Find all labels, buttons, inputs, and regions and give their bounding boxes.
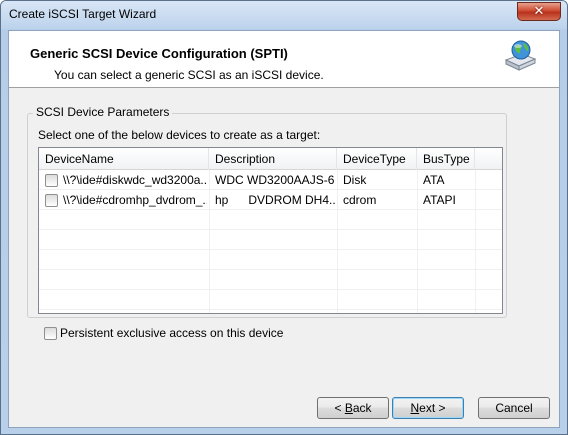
device-list[interactable]: DeviceName Description DeviceType BusTyp… bbox=[38, 147, 503, 314]
column-header-description[interactable]: Description bbox=[209, 148, 337, 170]
persistent-access-checkbox[interactable] bbox=[44, 327, 57, 340]
globe-drive-icon bbox=[504, 40, 537, 71]
column-header-devicetype[interactable]: DeviceType bbox=[337, 148, 417, 170]
list-header: DeviceName Description DeviceType BusTyp… bbox=[39, 148, 502, 170]
description-cell: hp DVDROM DH4... bbox=[215, 193, 335, 207]
bus-type-cell: ATAPI bbox=[423, 193, 456, 207]
back-rest: ack bbox=[352, 401, 372, 415]
cancel-button[interactable]: Cancel bbox=[478, 397, 550, 419]
close-button[interactable]: ✕ bbox=[517, 2, 561, 21]
wizard-window: Create iSCSI Target Wizard ✕ Generic SCS… bbox=[0, 0, 568, 435]
empty-row bbox=[39, 290, 502, 310]
device-type-cell: Disk bbox=[343, 173, 367, 187]
next-button[interactable]: Next > bbox=[392, 397, 464, 419]
page-subtitle: You can select a generic SCSI as an iSCS… bbox=[54, 68, 324, 82]
title-bar[interactable]: Create iSCSI Target Wizard ✕ bbox=[1, 1, 567, 29]
row-checkbox[interactable] bbox=[45, 174, 58, 187]
wizard-header: Generic SCSI Device Configuration (SPTI)… bbox=[9, 31, 559, 88]
table-row[interactable]: \\?\ide#cdromhp_dvdrom_... hp DVDROM DH4… bbox=[39, 190, 502, 210]
row-checkbox[interactable] bbox=[45, 194, 58, 207]
back-mnemonic: B bbox=[344, 401, 353, 415]
table-row[interactable]: \\?\ide#diskwdc_wd3200a... WDC WD3200AAJ… bbox=[39, 170, 502, 190]
instruction-label: Select one of the below devices to creat… bbox=[38, 128, 321, 142]
persistent-access-label[interactable]: Persistent exclusive access on this devi… bbox=[60, 326, 283, 340]
next-rest: ext > bbox=[419, 401, 446, 415]
empty-row bbox=[39, 210, 502, 230]
description-cell: WDC WD3200AAJS-6... bbox=[215, 173, 335, 187]
device-name-cell: \\?\ide#cdromhp_dvdrom_... bbox=[63, 193, 207, 207]
back-button[interactable]: < Back bbox=[317, 397, 389, 419]
column-header-devicename[interactable]: DeviceName bbox=[39, 148, 209, 170]
back-prefix: < bbox=[334, 401, 345, 415]
group-legend: SCSI Device Parameters bbox=[33, 105, 173, 119]
bus-type-cell: ATA bbox=[423, 173, 445, 187]
empty-row bbox=[39, 270, 502, 290]
device-type-cell: cdrom bbox=[343, 193, 377, 207]
empty-row bbox=[39, 250, 502, 270]
page-title: Generic SCSI Device Configuration (SPTI) bbox=[30, 46, 288, 61]
column-header-bustype[interactable]: BusType bbox=[417, 148, 475, 170]
empty-row bbox=[39, 230, 502, 250]
close-icon: ✕ bbox=[533, 4, 545, 19]
device-name-cell: \\?\ide#diskwdc_wd3200a... bbox=[63, 173, 207, 187]
next-mnemonic: N bbox=[410, 401, 420, 415]
wizard-client-area: Generic SCSI Device Configuration (SPTI)… bbox=[8, 30, 560, 428]
window-title: Create iSCSI Target Wizard bbox=[9, 7, 157, 21]
